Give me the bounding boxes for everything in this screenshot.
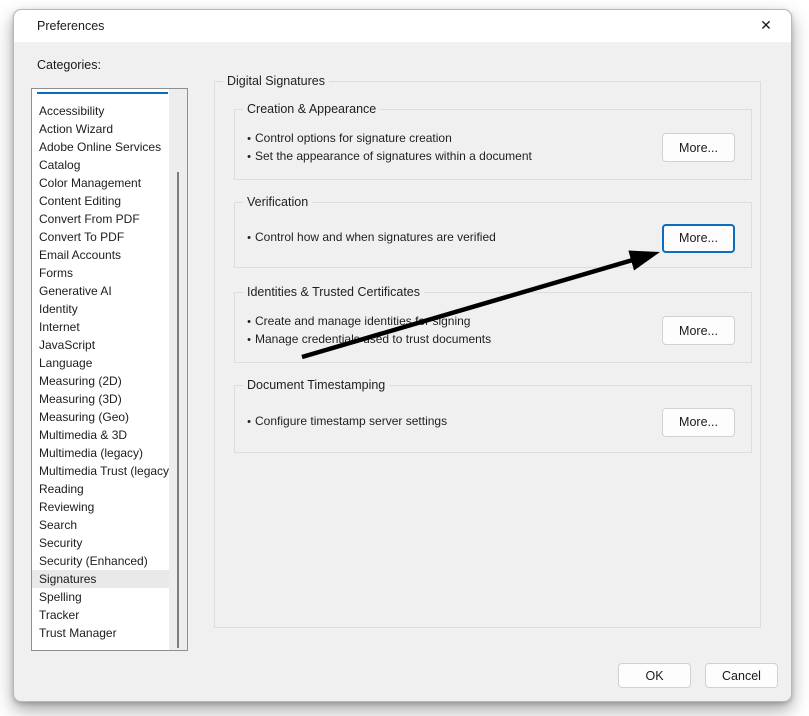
sidebar-item-adobe-online-services[interactable]: Adobe Online Services xyxy=(32,138,169,156)
bullet-icon: • xyxy=(245,314,253,331)
section-creation-appearance-bullets: •Control options for signature creation … xyxy=(245,130,532,165)
bullet-icon: • xyxy=(245,414,253,431)
bullet-icon: • xyxy=(245,230,253,247)
sidebar-item-identity[interactable]: Identity xyxy=(32,300,169,318)
sidebar-item-accessibility[interactable]: Accessibility xyxy=(32,102,169,120)
sidebar-item-language[interactable]: Language xyxy=(32,354,169,372)
sidebar-item-measuring-3d[interactable]: Measuring (3D) xyxy=(32,390,169,408)
creation-appearance-more-button[interactable]: More... xyxy=(662,133,735,162)
sidebar-item-internet[interactable]: Internet xyxy=(32,318,169,336)
sidebar-item-content-editing[interactable]: Content Editing xyxy=(32,192,169,210)
bullet-text: Control how and when signatures are veri… xyxy=(255,230,496,244)
categories-label: Categories: xyxy=(37,58,101,72)
section-verification-title: Verification xyxy=(243,195,312,209)
sidebar-item-multimedia-3d[interactable]: Multimedia & 3D xyxy=(32,426,169,444)
sidebar-item-reading[interactable]: Reading xyxy=(32,480,169,498)
bullet-text: Set the appearance of signatures within … xyxy=(255,149,532,163)
timestamping-more-button[interactable]: More... xyxy=(662,408,735,437)
window-title: Preferences xyxy=(37,19,104,33)
section-verification: Verification •Control how and when signa… xyxy=(234,202,752,268)
section-creation-appearance: Creation & Appearance •Control options f… xyxy=(234,109,752,180)
sidebar-item-signatures[interactable]: Signatures xyxy=(32,570,169,588)
sidebar-item-tracker[interactable]: Tracker xyxy=(32,606,169,624)
section-verification-bullets: •Control how and when signatures are ver… xyxy=(245,229,496,247)
sidebar-item-color-management[interactable]: Color Management xyxy=(32,174,169,192)
bullet-icon: • xyxy=(245,131,253,148)
sidebar-item-javascript[interactable]: JavaScript xyxy=(32,336,169,354)
sidebar-item-search[interactable]: Search xyxy=(32,516,169,534)
preferences-dialog: Preferences ✕ Categories: Accessibility … xyxy=(13,9,792,702)
bullet-icon: • xyxy=(245,149,253,166)
sidebar-item-forms[interactable]: Forms xyxy=(32,264,169,282)
sidebar-item-multimedia-legacy[interactable]: Multimedia (legacy) xyxy=(32,444,169,462)
ok-button[interactable]: OK xyxy=(618,663,691,688)
sidebar-item-reviewing[interactable]: Reviewing xyxy=(32,498,169,516)
titlebar: Preferences ✕ xyxy=(14,10,791,42)
sidebar-item-measuring-geo[interactable]: Measuring (Geo) xyxy=(32,408,169,426)
list-scrollbar[interactable] xyxy=(169,89,187,650)
bullet-icon: • xyxy=(245,332,253,349)
bullet-text: Manage credentials used to trust documen… xyxy=(255,332,491,346)
sidebar-item-convert-to-pdf[interactable]: Convert To PDF xyxy=(32,228,169,246)
identities-more-button[interactable]: More... xyxy=(662,316,735,345)
sidebar-item-multimedia-trust-legacy[interactable]: Multimedia Trust (legacy) xyxy=(32,462,169,480)
digital-signatures-group: Digital Signatures Creation & Appearance… xyxy=(214,81,761,628)
verification-more-button[interactable]: More... xyxy=(662,224,735,253)
sidebar-item-convert-from-pdf[interactable]: Convert From PDF xyxy=(32,210,169,228)
sidebar-item-measuring-2d[interactable]: Measuring (2D) xyxy=(32,372,169,390)
bullet-text: Control options for signature creation xyxy=(255,131,452,145)
sidebar-item-email-accounts[interactable]: Email Accounts xyxy=(32,246,169,264)
sidebar-item-security[interactable]: Security xyxy=(32,534,169,552)
cancel-button[interactable]: Cancel xyxy=(705,663,778,688)
bullet-text: Configure timestamp server settings xyxy=(255,414,447,428)
bullet-text: Create and manage identities for signing xyxy=(255,314,470,328)
sidebar-item-generative-ai[interactable]: Generative AI xyxy=(32,282,169,300)
section-timestamping-title: Document Timestamping xyxy=(243,378,389,392)
sidebar-item-catalog[interactable]: Catalog xyxy=(32,156,169,174)
categories-list[interactable]: Accessibility Action Wizard Adobe Online… xyxy=(31,88,188,651)
section-document-timestamping: Document Timestamping •Configure timesta… xyxy=(234,385,752,453)
sidebar-item-trust-manager[interactable]: Trust Manager xyxy=(32,624,169,642)
section-timestamping-bullets: •Configure timestamp server settings xyxy=(245,413,447,431)
sidebar-item-security-enhanced[interactable]: Security (Enhanced) xyxy=(32,552,169,570)
section-identities-title: Identities & Trusted Certificates xyxy=(243,285,424,299)
sidebar-item-spelling[interactable]: Spelling xyxy=(32,588,169,606)
categories-list-items: Accessibility Action Wizard Adobe Online… xyxy=(32,102,169,642)
close-icon[interactable]: ✕ xyxy=(753,14,779,38)
sidebar-item-action-wizard[interactable]: Action Wizard xyxy=(32,120,169,138)
section-creation-appearance-title: Creation & Appearance xyxy=(243,102,380,116)
list-scrollbar-thumb[interactable] xyxy=(177,172,179,648)
digital-signatures-group-title: Digital Signatures xyxy=(223,74,329,88)
section-identities-bullets: •Create and manage identities for signin… xyxy=(245,313,491,348)
list-scroll-cut-indicator xyxy=(37,92,168,94)
section-identities-trusted-certificates: Identities & Trusted Certificates •Creat… xyxy=(234,292,752,363)
